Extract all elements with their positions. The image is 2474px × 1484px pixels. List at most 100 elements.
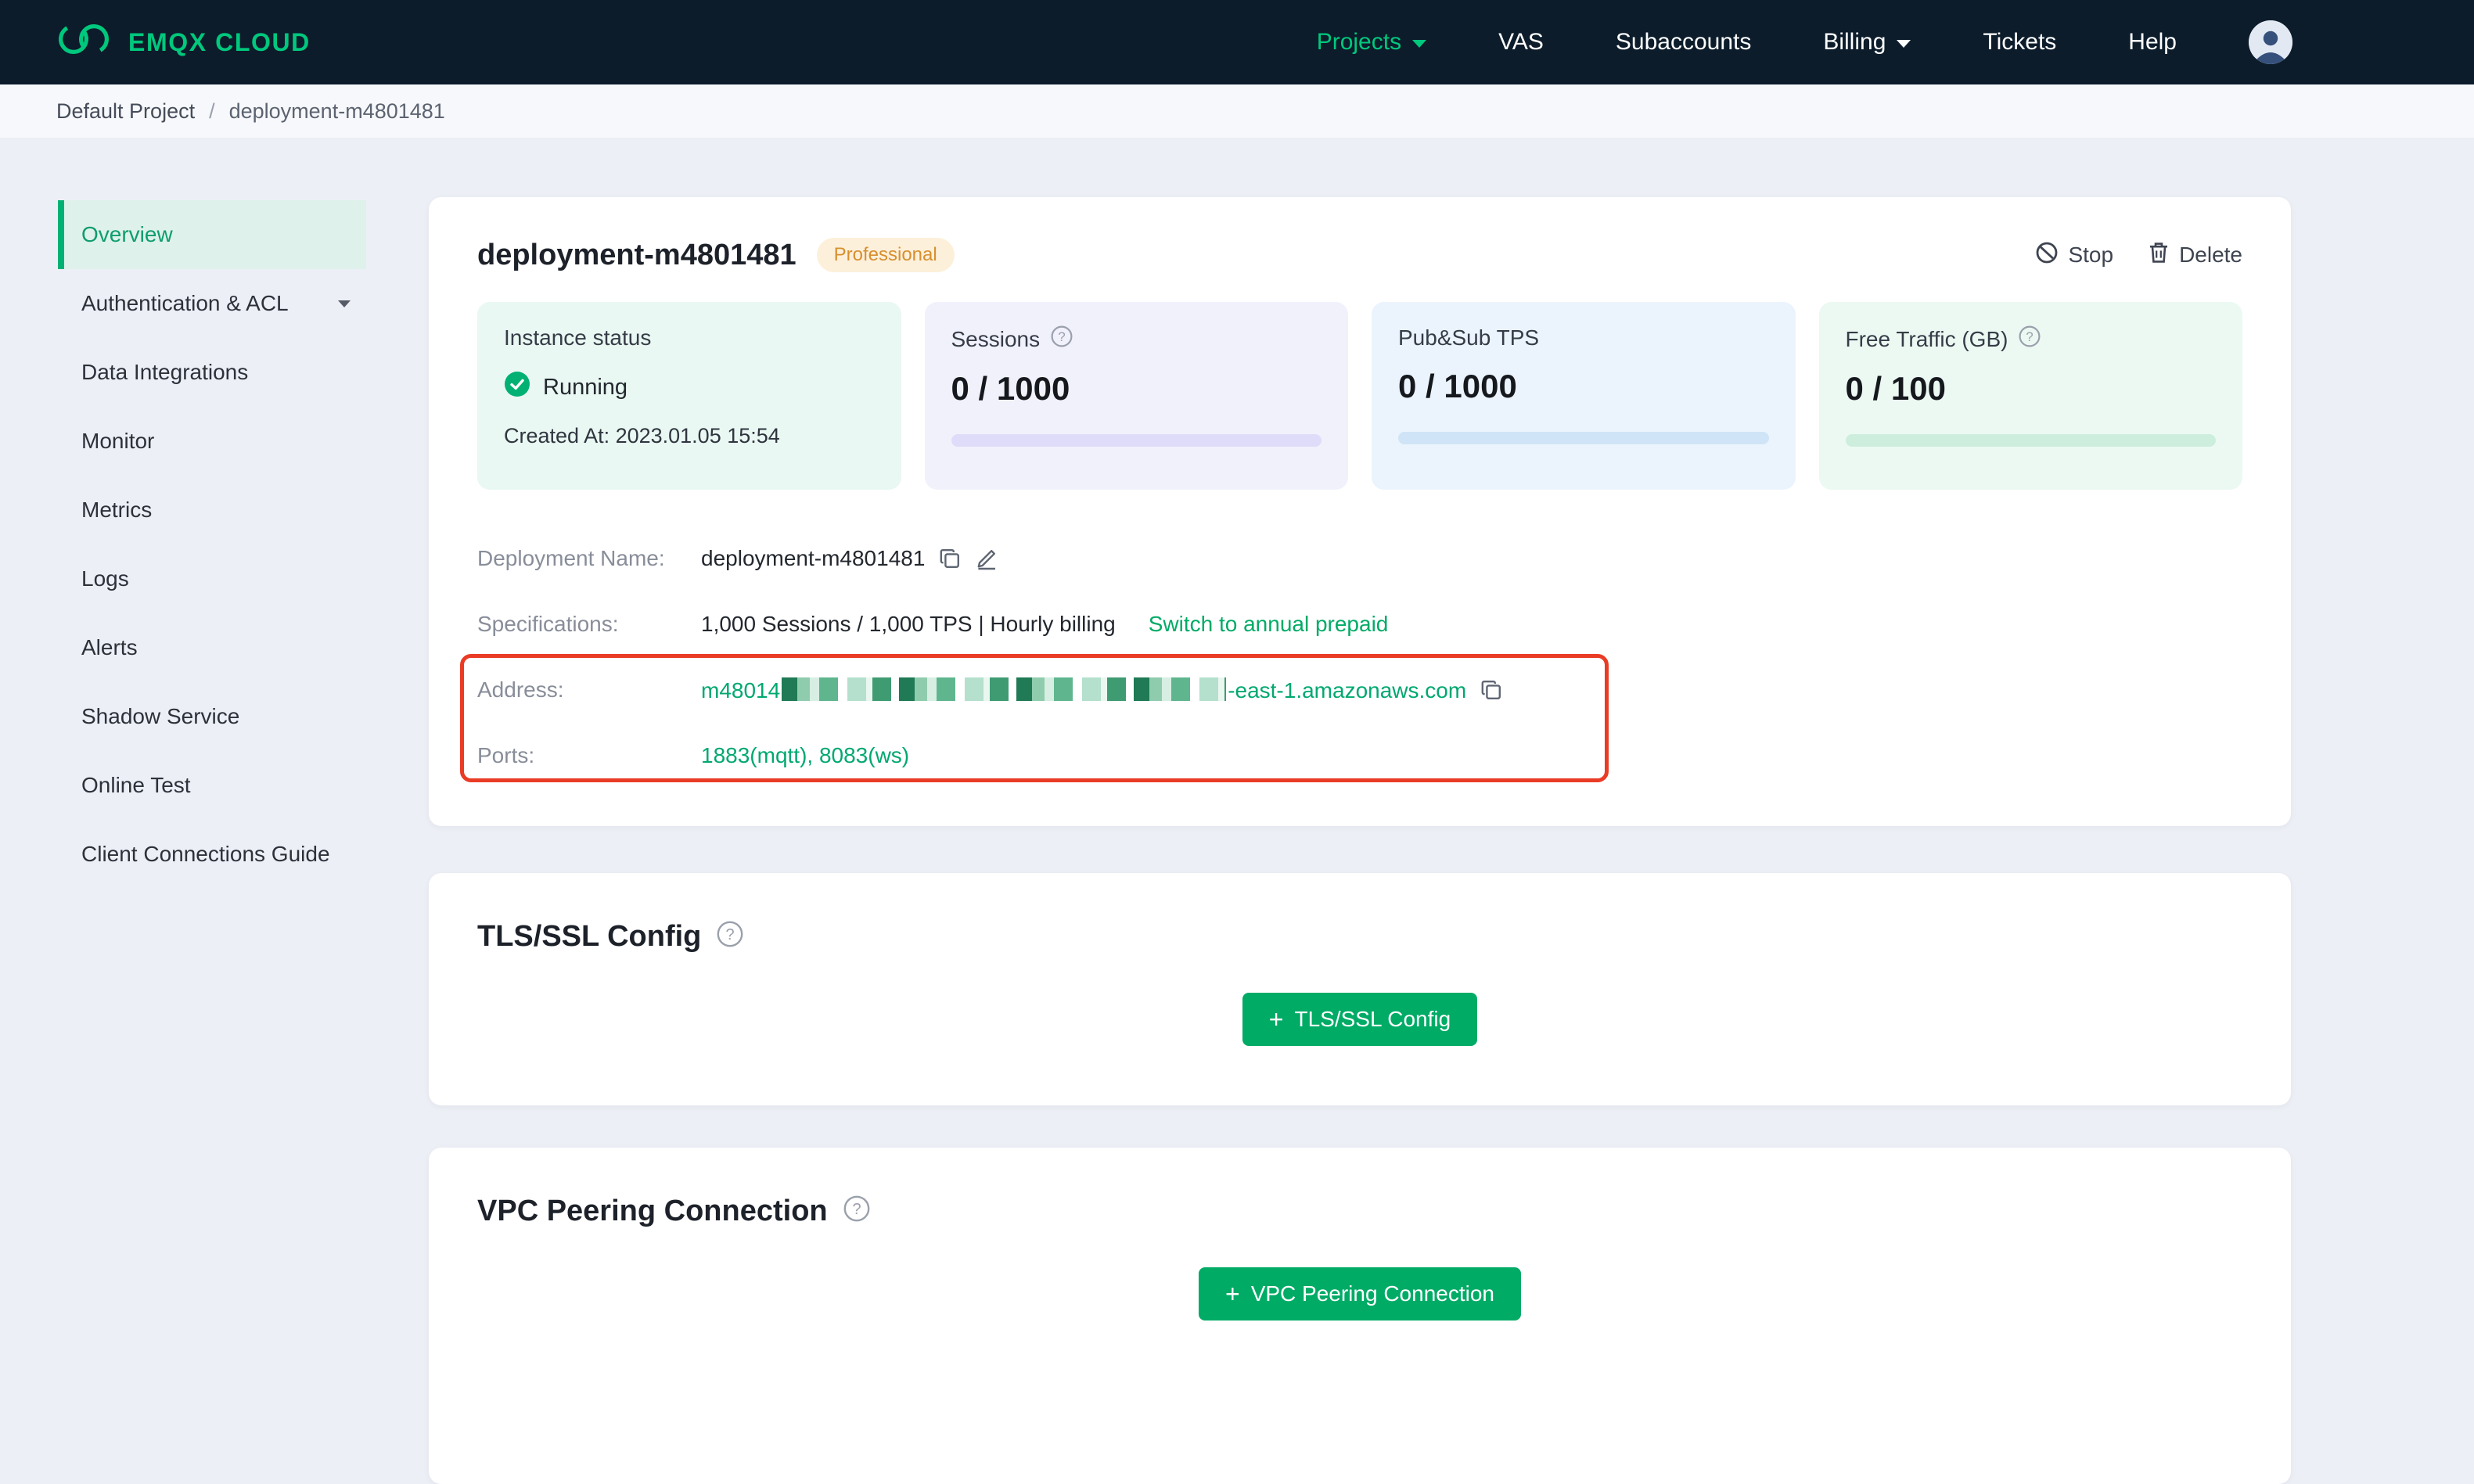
copy-icon[interactable] xyxy=(939,548,961,570)
breadcrumb-project[interactable]: Default Project xyxy=(56,99,195,124)
tls-ssl-card: TLS/SSL Config ? + TLS/SSL Config xyxy=(429,873,2291,1105)
svg-text:?: ? xyxy=(726,926,735,943)
nav-billing[interactable]: Billing xyxy=(1823,29,1911,56)
deployment-name-label: Deployment Name: xyxy=(477,546,665,570)
tls-ssl-title: TLS/SSL Config xyxy=(477,920,702,953)
free-traffic-card: Free Traffic (GB) ? 0 / 100 xyxy=(1818,302,2242,490)
avatar[interactable] xyxy=(2249,20,2292,64)
sidebar-item-label: Data Integrations xyxy=(81,360,249,384)
specifications-value: 1,000 Sessions / 1,000 TPS | Hourly bill… xyxy=(701,612,1116,636)
page-content: Overview Authentication & ACL Data Integ… xyxy=(0,138,2474,1484)
address-value: m48014 -east-1.amazonaws.com xyxy=(701,677,1467,702)
stop-button[interactable]: Stop xyxy=(2035,241,2113,270)
nav-tickets[interactable]: Tickets xyxy=(1983,29,2056,56)
sessions-title: Sessions xyxy=(951,326,1041,351)
sessions-progress-bar xyxy=(951,434,1322,447)
nav-vas[interactable]: VAS xyxy=(1498,29,1544,56)
pubsub-tps-value: 0 / 1000 xyxy=(1398,368,1517,404)
svg-text:?: ? xyxy=(2026,329,2033,344)
stat-cards: Instance status Running Created At: 2023… xyxy=(477,302,2242,490)
sidebar-item-overview[interactable]: Overview xyxy=(58,200,366,269)
chevron-down-icon xyxy=(1897,40,1911,48)
nav-tickets-label: Tickets xyxy=(1983,29,2057,55)
nav-help-label: Help xyxy=(2128,29,2177,55)
sidebar-item-authentication-acl[interactable]: Authentication & ACL xyxy=(58,269,366,338)
breadcrumb-separator: / xyxy=(209,99,215,123)
sidebar-item-label: Shadow Service xyxy=(81,704,240,728)
add-tls-ssl-config-button[interactable]: + TLS/SSL Config xyxy=(1242,993,1478,1046)
ports-label: Ports: xyxy=(477,743,535,767)
sidebar-item-shadow-service[interactable]: Shadow Service xyxy=(58,682,366,751)
specifications-label: Specifications: xyxy=(477,612,619,636)
check-circle-icon xyxy=(504,371,530,404)
deployment-name-value: deployment-m4801481 xyxy=(701,546,926,570)
help-icon[interactable]: ? xyxy=(1051,325,1073,353)
free-traffic-title: Free Traffic (GB) xyxy=(1845,326,2008,351)
add-tls-ssl-config-label: TLS/SSL Config xyxy=(1294,1007,1451,1031)
instance-status-card: Instance status Running Created At: 2023… xyxy=(477,302,901,490)
vpc-peering-card: VPC Peering Connection ? + VPC Peering C… xyxy=(429,1148,2291,1484)
address-redaction xyxy=(782,677,1227,701)
brand[interactable]: EMQX CLOUD xyxy=(56,19,311,66)
sidebar-item-logs[interactable]: Logs xyxy=(58,544,366,613)
deployment-title: deployment-m4801481 xyxy=(477,238,796,271)
sidebar-item-data-integrations[interactable]: Data Integrations xyxy=(58,338,366,407)
address-group: Address: m48014 -east-1.amazonaws.com Po… xyxy=(460,654,2242,789)
instance-status-title: Instance status xyxy=(504,325,652,350)
svg-text:?: ? xyxy=(1058,329,1065,344)
chevron-down-icon xyxy=(1412,40,1427,48)
traffic-progress-bar xyxy=(1845,434,2216,447)
address-label: Address: xyxy=(477,677,564,702)
nav-projects-label: Projects xyxy=(1316,29,1402,55)
help-icon[interactable]: ? xyxy=(717,921,743,954)
created-at: Created At: 2023.01.05 15:54 xyxy=(504,424,780,447)
sidebar-item-label: Client Connections Guide xyxy=(81,842,330,866)
breadcrumb: Default Project / deployment-m4801481 xyxy=(0,84,2474,138)
delete-button[interactable]: Delete xyxy=(2148,241,2242,270)
nav-projects[interactable]: Projects xyxy=(1316,29,1427,56)
vpc-peering-title: VPC Peering Connection xyxy=(477,1195,828,1227)
switch-annual-prepaid-link[interactable]: Switch to annual prepaid xyxy=(1149,612,1389,637)
top-navbar: EMQX CLOUD Projects VAS Subaccounts Bill… xyxy=(0,0,2474,84)
edit-pencil-icon[interactable] xyxy=(975,547,998,570)
chevron-down-icon xyxy=(338,300,351,307)
deployment-overview-card: deployment-m4801481 Professional Stop De… xyxy=(429,197,2291,826)
trash-icon xyxy=(2148,241,2170,270)
sidebar-item-monitor[interactable]: Monitor xyxy=(58,407,366,476)
sidebar-item-label: Monitor xyxy=(81,429,155,453)
nav-vas-label: VAS xyxy=(1498,29,1544,55)
add-vpc-peering-button[interactable]: + VPC Peering Connection xyxy=(1199,1267,1521,1321)
free-traffic-value: 0 / 100 xyxy=(1845,370,1946,407)
sidebar-item-client-connections-guide[interactable]: Client Connections Guide xyxy=(58,820,366,889)
navbar-menu: Projects VAS Subaccounts Billing Tickets… xyxy=(1317,20,2292,64)
breadcrumb-current: deployment-m4801481 xyxy=(228,99,445,123)
tps-progress-bar xyxy=(1398,432,1769,444)
emqx-logo-icon xyxy=(56,19,113,66)
plus-icon: + xyxy=(1225,1280,1240,1308)
help-icon[interactable]: ? xyxy=(843,1195,870,1228)
sidebar-item-label: Online Test xyxy=(81,773,191,797)
sessions-card: Sessions ? 0 / 1000 xyxy=(924,302,1348,490)
sidebar-item-label: Alerts xyxy=(81,635,138,659)
sidebar-item-online-test[interactable]: Online Test xyxy=(58,751,366,820)
deployment-info: Deployment Name: deployment-m4801481 Spe… xyxy=(460,526,2242,789)
stop-button-label: Stop xyxy=(2068,243,2114,267)
plus-icon: + xyxy=(1268,1005,1284,1033)
pubsub-tps-card: Pub&Sub TPS 0 / 1000 xyxy=(1372,302,1796,490)
nav-subaccounts-label: Subaccounts xyxy=(1615,29,1752,55)
pubsub-tps-title: Pub&Sub TPS xyxy=(1398,325,1540,350)
svg-text:?: ? xyxy=(852,1201,861,1218)
sessions-value: 0 / 1000 xyxy=(951,370,1070,407)
sidebar-item-metrics[interactable]: Metrics xyxy=(58,476,366,544)
sidebar-item-alerts[interactable]: Alerts xyxy=(58,613,366,682)
copy-icon[interactable] xyxy=(1480,679,1502,701)
main-area: deployment-m4801481 Professional Stop De… xyxy=(429,197,2291,1484)
ports-value: 1883(mqtt), 8083(ws) xyxy=(701,743,910,767)
stop-icon xyxy=(2035,241,2059,270)
help-icon[interactable]: ? xyxy=(2019,325,2041,353)
nav-subaccounts[interactable]: Subaccounts xyxy=(1616,29,1751,56)
nav-help[interactable]: Help xyxy=(2128,29,2177,56)
delete-button-label: Delete xyxy=(2179,243,2242,267)
add-vpc-peering-label: VPC Peering Connection xyxy=(1250,1281,1494,1306)
status-text: Running xyxy=(543,374,628,400)
